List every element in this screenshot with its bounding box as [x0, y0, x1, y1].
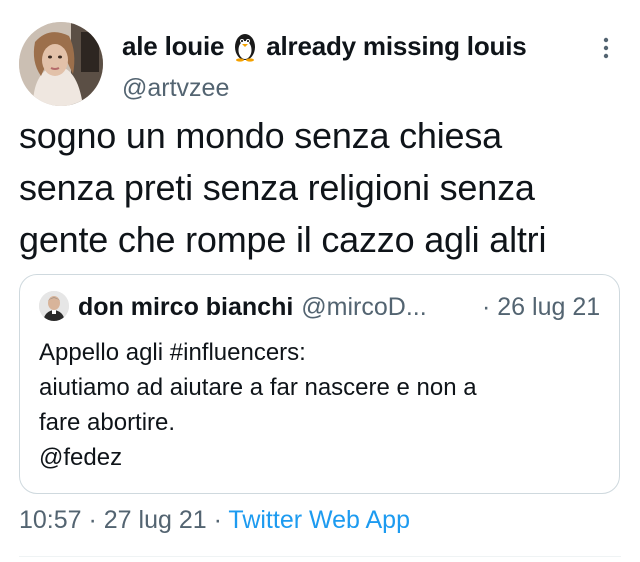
author-name-suffix: already missing louis — [266, 31, 527, 61]
quoted-text: Appello agli #influencers: aiutiamo ad a… — [39, 335, 599, 475]
quoted-author-avatar — [39, 291, 69, 321]
quoted-tweet[interactable]: don mirco bianchi @mircoD... · 26 lug 21… — [19, 274, 620, 494]
tweet-date[interactable]: 27 lug 21 — [104, 506, 207, 534]
author-handle[interactable]: @artvzee — [122, 74, 229, 103]
quoted-author-handle: @mircoD... — [301, 293, 427, 321]
penguin-icon — [232, 32, 258, 62]
divider — [19, 556, 621, 557]
tweet-meta: 10:57 · 27 lug 21 · Twitter Web App — [19, 506, 410, 535]
tweet-source-link[interactable]: Twitter Web App — [228, 506, 410, 534]
author-name-text: ale louie — [122, 31, 225, 61]
quoted-text-line: aiutiamo ad aiutare a far nascere e non … — [39, 374, 477, 401]
quoted-header: don mirco bianchi @mircoD... — [78, 293, 427, 322]
author-avatar[interactable] — [19, 22, 103, 106]
quoted-text-mention[interactable]: @fedez — [39, 440, 599, 475]
more-options-icon[interactable] — [596, 34, 616, 64]
quoted-text-line: Appello agli #influencers: — [39, 339, 306, 366]
quoted-date: · 26 lug 21 — [482, 293, 601, 321]
author-display-name[interactable]: ale louie already missing louis — [122, 31, 527, 62]
quoted-text-line: fare abortire. — [39, 409, 176, 436]
tweet-time[interactable]: 10:57 — [19, 506, 82, 534]
tweet-text: sogno un mondo senza chiesa senza preti … — [19, 115, 547, 260]
quoted-author-name: don mirco bianchi — [78, 293, 294, 321]
meta-separator: · — [206, 506, 229, 534]
meta-separator: · — [81, 506, 104, 534]
